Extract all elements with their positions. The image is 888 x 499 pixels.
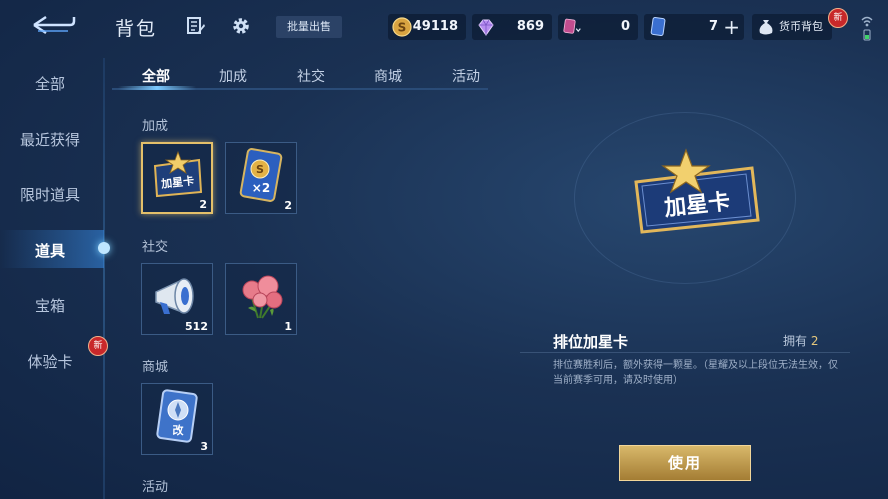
sidebar-divider (103, 58, 105, 499)
currency-wallet-button[interactable]: 货币背包 (752, 14, 832, 40)
roses-icon (242, 275, 283, 319)
sidebar-item-recent[interactable]: 最近获得 (0, 129, 100, 150)
item-count: 2 (284, 199, 292, 212)
detail-divider (520, 352, 850, 353)
gold-coin-icon: S (392, 17, 412, 37)
detail-star-card-icon: 加星卡 (628, 148, 768, 238)
coin-card-caption: ×2 (252, 181, 270, 195)
blue-card-value: 7 (708, 19, 718, 34)
section-title-boost: 加成 (142, 119, 169, 134)
back-arrow-icon[interactable] (26, 12, 78, 38)
item-count: 2 (199, 198, 207, 211)
detail-owned: 拥有 2 (783, 332, 818, 349)
blue-card-counter: 7 + (644, 14, 744, 40)
owned-count: 2 (810, 334, 819, 348)
new-badge: 新 (828, 8, 848, 28)
star-card-icon: 加星卡 (153, 150, 203, 198)
money-bag-icon (759, 20, 773, 35)
sidebar-item-trial-cards[interactable]: 体验卡 (0, 351, 100, 372)
item-rank-star-card[interactable]: 加星卡 2 (141, 142, 213, 214)
tab-event[interactable]: 活动 (452, 66, 480, 86)
rename-card-caption: 改 (173, 423, 185, 437)
gear-icon[interactable] (230, 15, 252, 37)
detail-description: 排位赛胜利后，额外获得一颗星。（星耀及以上段位无法生效，仅当前赛季可用，请及时使… (553, 360, 838, 386)
item-roses[interactable]: 1 (225, 263, 297, 335)
gem-counter: 869 (472, 14, 552, 40)
use-button[interactable]: 使用 (619, 445, 751, 481)
signal-icon (860, 14, 874, 42)
top-bar: 背包 批量出售 S 49118 869 0 7 + 货币背包 新 (0, 0, 888, 56)
gem-icon (478, 19, 494, 36)
section-title-shop: 商城 (142, 360, 169, 375)
active-indicator-dot (98, 242, 110, 254)
sidebar-item-items[interactable]: 道具 (0, 240, 100, 261)
item-coin-double-card[interactable]: S ×2 2 (225, 142, 297, 214)
gold-coin-value: 49118 (412, 19, 458, 34)
svg-text:S: S (398, 21, 407, 35)
new-badge: 新 (88, 336, 108, 356)
detail-item-name: 排位加星卡 (553, 333, 629, 351)
item-count: 3 (200, 440, 208, 453)
tab-boost[interactable]: 加成 (219, 66, 247, 86)
sidebar (0, 56, 104, 499)
edit-list-icon[interactable] (186, 16, 206, 36)
pink-card-counter: 0 (558, 14, 638, 40)
item-count: 512 (185, 320, 208, 333)
section-title-social: 社交 (142, 240, 169, 255)
rename-card-icon: 改 (156, 389, 198, 443)
blue-card-icon (650, 17, 666, 36)
bulk-sell-button[interactable]: 批量出售 (276, 16, 342, 38)
plus-icon[interactable]: + (723, 16, 740, 38)
svg-text:S: S (256, 163, 264, 176)
owned-label: 拥有 (783, 334, 808, 348)
sidebar-item-limited[interactable]: 限时道具 (0, 184, 100, 205)
coin-card-icon: S ×2 (239, 148, 283, 202)
item-megaphone[interactable]: 512 (141, 263, 213, 335)
page-title: 背包 (115, 18, 158, 40)
pink-card-icon (563, 18, 581, 34)
sidebar-item-all[interactable]: 全部 (0, 73, 100, 94)
tab-shop[interactable]: 商城 (374, 66, 402, 86)
tab-all[interactable]: 全部 (142, 66, 170, 86)
megaphone-icon (155, 278, 194, 314)
item-rename-card[interactable]: 改 3 (141, 383, 213, 455)
sidebar-item-chests[interactable]: 宝箱 (0, 295, 100, 316)
gem-value: 869 (516, 19, 544, 34)
section-title-event: 活动 (142, 480, 169, 495)
tab-social[interactable]: 社交 (297, 66, 325, 86)
pink-card-value: 0 (620, 19, 630, 34)
item-count: 1 (284, 320, 292, 333)
tab-active-indicator (118, 86, 196, 90)
wallet-label: 货币背包 (779, 20, 823, 33)
gold-coin-counter: S 49118 (388, 14, 466, 40)
